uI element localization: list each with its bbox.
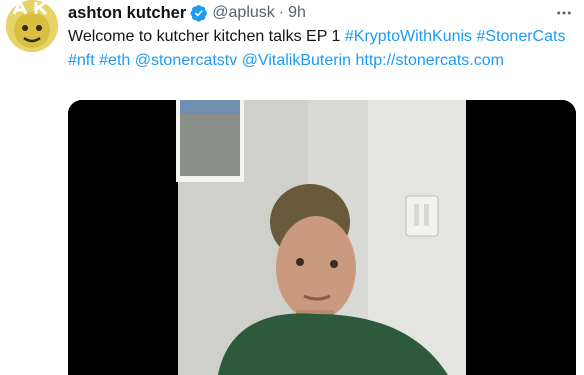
mention-link[interactable]: @stonercatstv	[135, 52, 238, 69]
more-options-icon[interactable]	[554, 3, 574, 23]
tweet-header: ashton kutcher @aplusk · 9h	[68, 3, 574, 23]
author-name[interactable]: ashton kutcher	[68, 4, 186, 23]
video-frame	[68, 100, 576, 375]
author-handle[interactable]: @aplusk	[212, 4, 275, 22]
url-link[interactable]: http://stonercats.com	[355, 52, 504, 69]
hashtag-link[interactable]: #eth	[99, 52, 130, 69]
avatar-image	[6, 0, 58, 52]
avatar[interactable]	[6, 0, 58, 52]
timestamp[interactable]: 9h	[288, 4, 306, 22]
video-player[interactable]	[68, 100, 576, 375]
hashtag-link[interactable]: #StonerCats	[477, 28, 566, 45]
mention-link[interactable]: @VitalikButerin	[242, 52, 351, 69]
tweet-text-plain: Welcome to kutcher kitchen talks EP 1	[68, 28, 345, 45]
separator: ·	[278, 4, 285, 21]
hashtag-link[interactable]: #KryptoWithKunis	[345, 28, 472, 45]
tweet-text: Welcome to kutcher kitchen talks EP 1 #K…	[68, 25, 568, 73]
verified-badge-icon	[190, 4, 208, 22]
hashtag-link[interactable]: #nft	[68, 52, 95, 69]
